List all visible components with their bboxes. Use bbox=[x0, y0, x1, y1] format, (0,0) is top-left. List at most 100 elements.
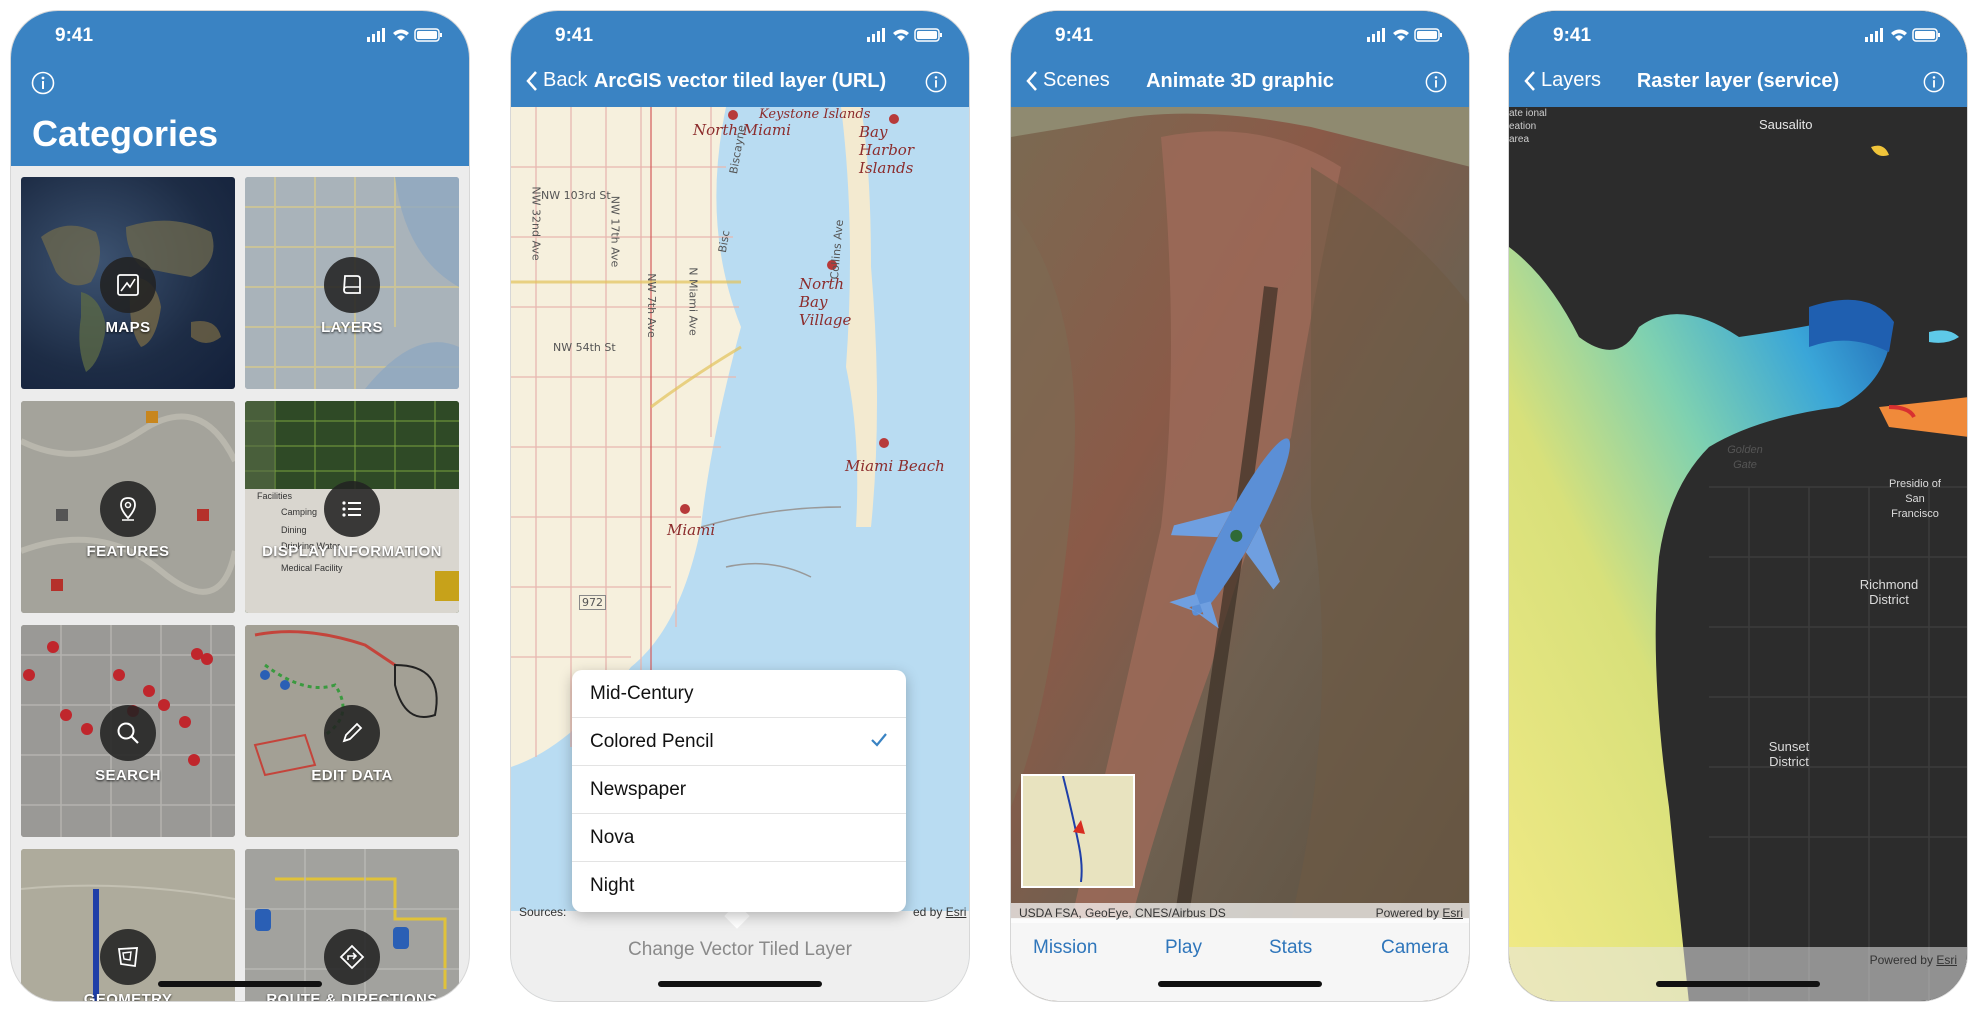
street-label: NW 32nd Ave bbox=[529, 186, 543, 261]
esri-link[interactable]: Esri bbox=[1442, 906, 1463, 920]
home-indicator[interactable] bbox=[1656, 981, 1820, 987]
street-label: NW 103rd St bbox=[541, 189, 611, 202]
category-tile-edit-data[interactable]: EDIT DATA bbox=[245, 625, 459, 837]
place-label: Sausalito bbox=[1759, 117, 1813, 132]
layers-icon-badge bbox=[324, 257, 380, 313]
place-label: Golden Gate bbox=[1727, 444, 1763, 471]
attribution-powered: Powered by Esri bbox=[1870, 953, 1957, 967]
attribution-text: Powered by bbox=[1869, 953, 1933, 967]
map-icon bbox=[117, 274, 139, 296]
play-button[interactable]: Play bbox=[1165, 937, 1202, 959]
layers-icon bbox=[343, 275, 361, 294]
map-icon-badge bbox=[100, 257, 156, 313]
bottom-toolbar: Mission Play Stats Camera bbox=[1011, 918, 1469, 1001]
place-label: Presidio of San Francisco bbox=[1889, 478, 1941, 520]
place-label: Richmond District bbox=[1859, 577, 1919, 607]
list-icon-badge bbox=[324, 481, 380, 537]
category-tile-features[interactable]: FEATURES bbox=[21, 401, 235, 613]
map-view[interactable]: Sausalito Golden Gate Presidio of San Fr… bbox=[1509, 107, 1967, 1001]
home-indicator[interactable] bbox=[658, 981, 822, 987]
map-label: Miami bbox=[667, 521, 716, 539]
overview-map-graphic bbox=[1023, 775, 1129, 883]
category-tile-layers[interactable]: LAYERS bbox=[245, 177, 459, 389]
tile-label: SEARCH bbox=[95, 767, 161, 784]
page-title: Categories bbox=[32, 113, 219, 154]
overview-map[interactable] bbox=[1021, 774, 1135, 888]
category-tile-search[interactable]: SEARCH bbox=[21, 625, 235, 837]
change-layer-button[interactable]: Change Vector Tiled Layer bbox=[511, 939, 969, 961]
menu-item-newspaper[interactable]: Newspaper bbox=[572, 766, 906, 814]
map-label: Keystone Islands bbox=[759, 107, 871, 122]
status-icons bbox=[367, 28, 442, 42]
feature-pin-icon bbox=[120, 497, 136, 521]
legend-item: Medical Facility bbox=[281, 563, 343, 573]
status-bar: 9:41 bbox=[1509, 11, 1967, 71]
status-bar: 9:41 bbox=[1011, 11, 1469, 71]
tile-label: FEATURES bbox=[86, 543, 170, 560]
status-icons bbox=[1865, 28, 1940, 42]
info-icon[interactable] bbox=[925, 71, 947, 93]
phone-raster-layer: Layers Raster layer (service) 9:41 Sausa… bbox=[1508, 10, 1968, 1002]
category-tile-geometry[interactable]: GEOMETRY bbox=[21, 849, 235, 1002]
attribution-bar: USDA FSA, GeoEye, CNES/Airbus DS Powered… bbox=[1011, 903, 1469, 923]
tile-label: EDIT DATA bbox=[311, 767, 393, 784]
status-icons bbox=[1367, 28, 1442, 42]
phone-categories: 9:41 Categories MAPS LAYERS FEATURES Fac… bbox=[10, 10, 470, 1002]
list-icon bbox=[342, 501, 361, 517]
phone-vector-tiled-layer: Back ArcGIS vector tiled layer (URL) 9:4… bbox=[510, 10, 970, 1002]
menu-item-label: Night bbox=[590, 875, 635, 896]
attribution-sources: USDA FSA, GeoEye, CNES/Airbus DS bbox=[1019, 906, 1226, 920]
status-time: 9:41 bbox=[55, 25, 94, 46]
menu-item-colored-pencil[interactable]: Colored Pencil bbox=[572, 718, 906, 766]
home-indicator[interactable] bbox=[1158, 981, 1322, 987]
map-label: Miami Beach bbox=[845, 457, 945, 475]
street-label: N Miami Ave bbox=[686, 267, 700, 336]
feature-pin-icon-badge bbox=[100, 481, 156, 537]
nav-title: ArcGIS vector tiled layer (URL) bbox=[593, 70, 887, 92]
esri-link[interactable]: Esri bbox=[946, 905, 967, 919]
esri-link[interactable]: Esri bbox=[1936, 953, 1957, 967]
status-icons bbox=[867, 28, 942, 42]
category-tile-maps[interactable]: MAPS bbox=[21, 177, 235, 389]
category-tile-display-information[interactable]: Facilities Camping Dining Drinking Water… bbox=[245, 401, 459, 613]
attribution-text: ed by bbox=[913, 905, 943, 919]
status-time: 9:41 bbox=[555, 25, 594, 46]
home-indicator[interactable] bbox=[158, 981, 322, 987]
tile-label: LAYERS bbox=[321, 319, 383, 336]
attribution-powered: Powered by Esri bbox=[1376, 906, 1463, 920]
geometry-icon bbox=[117, 947, 139, 968]
street-label: 972 bbox=[579, 595, 606, 610]
place-label: Sunset District bbox=[1768, 739, 1810, 769]
route-icon-badge bbox=[324, 929, 380, 985]
info-icon[interactable] bbox=[31, 71, 55, 95]
info-icon[interactable] bbox=[1425, 71, 1447, 93]
menu-item-mid-century[interactable]: Mid-Century bbox=[572, 670, 906, 718]
bathymetry-raster bbox=[1509, 107, 1967, 1001]
tile-label: GEOMETRY bbox=[83, 991, 173, 1002]
nav-title: Raster layer (service) bbox=[1636, 70, 1840, 92]
scene-view[interactable] bbox=[1011, 107, 1469, 921]
street-label: NW 7th Ave bbox=[644, 273, 658, 338]
street-label: NW 54th St bbox=[553, 341, 616, 354]
status-time: 9:41 bbox=[1055, 25, 1094, 46]
menu-item-label: Newspaper bbox=[590, 778, 687, 800]
pencil-icon bbox=[342, 722, 363, 743]
camera-button[interactable]: Camera bbox=[1381, 937, 1449, 959]
info-icon[interactable] bbox=[1923, 71, 1945, 93]
menu-item-label: Colored Pencil bbox=[590, 730, 714, 752]
attribution-sources: Sources: bbox=[519, 905, 567, 917]
nav-title: Animate 3D graphic bbox=[1146, 70, 1334, 92]
menu-item-nova[interactable]: Nova bbox=[572, 814, 906, 862]
search-icon bbox=[117, 722, 139, 744]
tile-label: DISPLAY INFORMATION bbox=[262, 543, 442, 560]
status-time: 9:41 bbox=[1553, 25, 1592, 46]
stats-button[interactable]: Stats bbox=[1269, 937, 1312, 959]
pencil-icon-badge bbox=[324, 705, 380, 761]
search-icon-badge bbox=[100, 705, 156, 761]
mission-button[interactable]: Mission bbox=[1033, 937, 1097, 959]
status-bar: 9:41 bbox=[11, 11, 469, 71]
basemap-style-menu: Mid-Century Colored Pencil Newspaper Nov… bbox=[572, 670, 906, 912]
menu-item-night[interactable]: Night bbox=[572, 862, 906, 910]
geometry-icon-badge bbox=[100, 929, 156, 985]
category-tile-route-directions[interactable]: ROUTE & DIRECTIONS bbox=[245, 849, 459, 1001]
